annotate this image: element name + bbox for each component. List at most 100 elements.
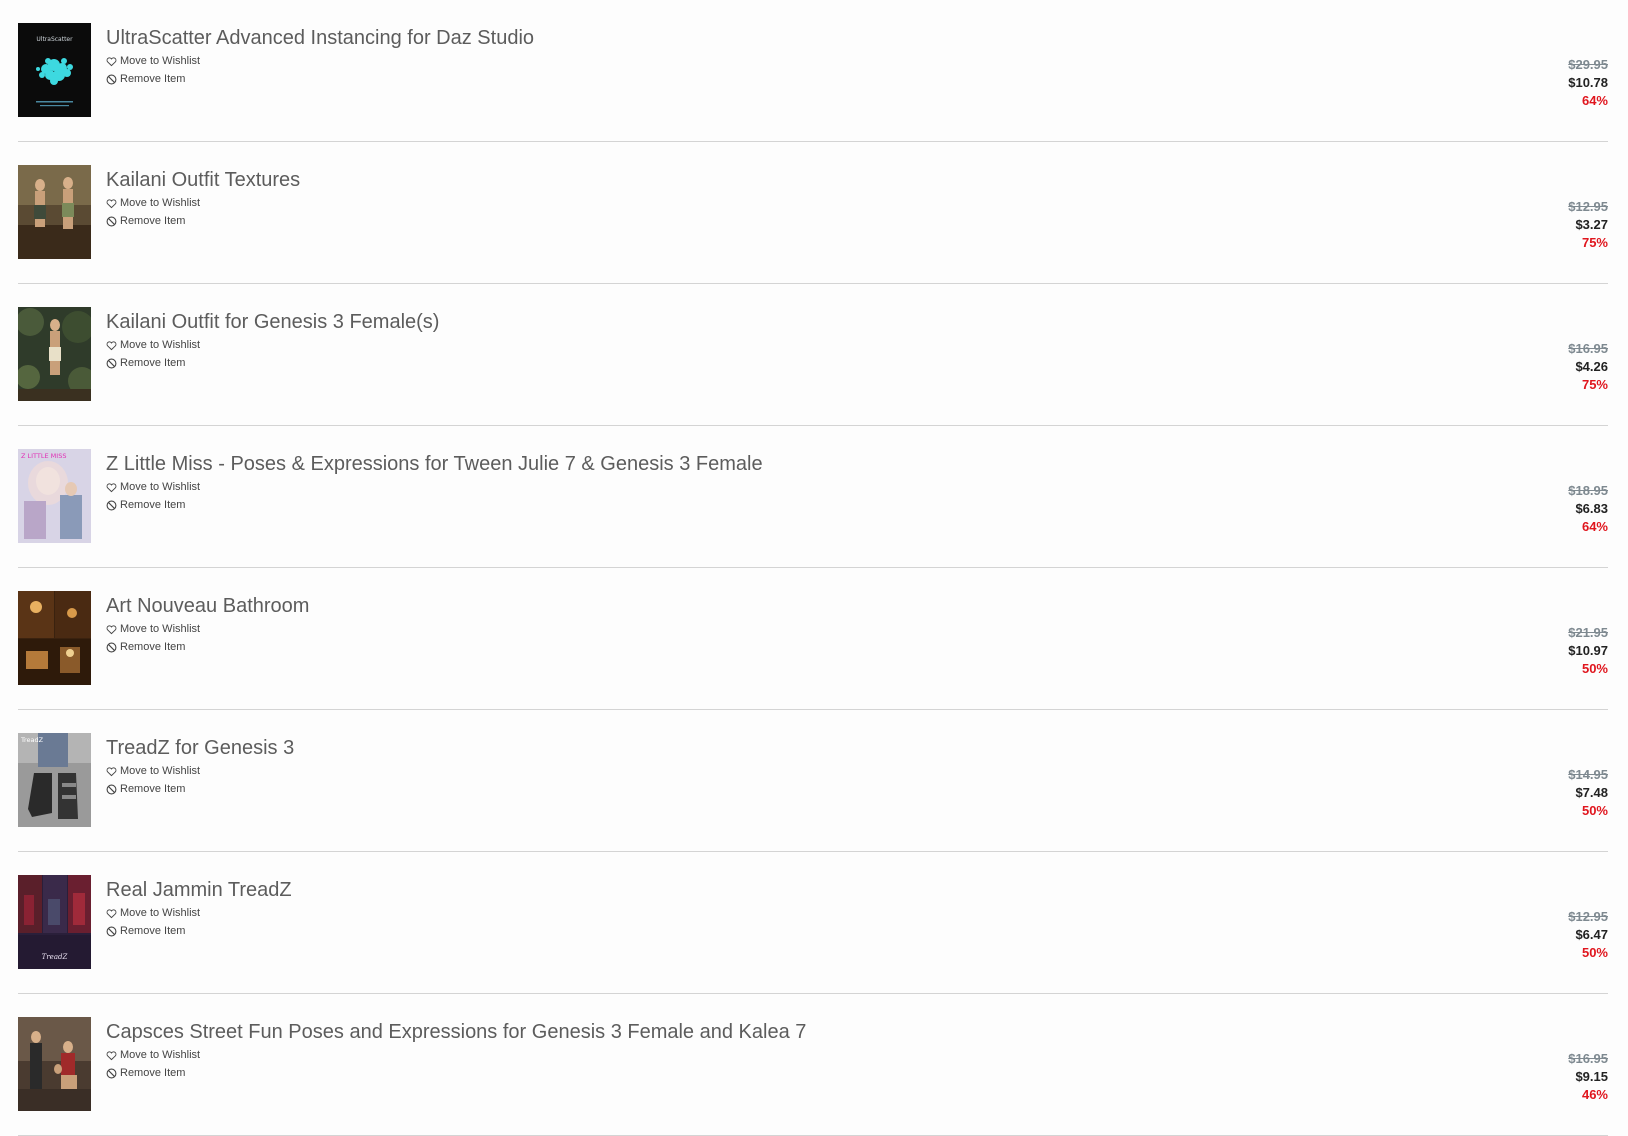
product-thumbnail[interactable]: Z LITTLE MISS bbox=[18, 449, 91, 543]
item-info: Real Jammin TreadZ Move to Wishlist Remo… bbox=[106, 876, 1408, 940]
move-to-wishlist-label: Move to Wishlist bbox=[120, 481, 201, 493]
price-block: $14.95 $7.48 50% bbox=[1568, 766, 1608, 820]
sale-price: $7.48 bbox=[1575, 785, 1608, 800]
heart-icon bbox=[106, 908, 117, 919]
product-title-link[interactable]: Kailani Outfit Textures bbox=[106, 166, 1408, 194]
product-title-link[interactable]: Kailani Outfit for Genesis 3 Female(s) bbox=[106, 308, 1408, 336]
move-to-wishlist-label: Move to Wishlist bbox=[120, 907, 201, 919]
move-to-wishlist-link[interactable]: Move to Wishlist bbox=[106, 53, 1408, 70]
move-to-wishlist-label: Move to Wishlist bbox=[120, 765, 201, 777]
move-to-wishlist-label: Move to Wishlist bbox=[120, 55, 201, 67]
original-price: $16.95 bbox=[1568, 1051, 1608, 1066]
sale-price: $3.27 bbox=[1575, 217, 1608, 232]
move-to-wishlist-label: Move to Wishlist bbox=[120, 339, 201, 351]
product-title-link[interactable]: Capsces Street Fun Poses and Expressions… bbox=[106, 1018, 1408, 1046]
product-title-link[interactable]: Art Nouveau Bathroom bbox=[106, 592, 1408, 620]
cart-item: Z LITTLE MISS Z Little Miss - Poses & Ex… bbox=[18, 426, 1608, 568]
discount-percent: 64% bbox=[1581, 93, 1608, 108]
move-to-wishlist-link[interactable]: Move to Wishlist bbox=[106, 337, 1408, 354]
heart-icon bbox=[106, 482, 117, 493]
heart-icon bbox=[106, 1050, 117, 1061]
sale-price: $6.83 bbox=[1575, 501, 1608, 516]
product-title-link[interactable]: TreadZ for Genesis 3 bbox=[106, 734, 1408, 762]
price-block: $12.95 $3.27 75% bbox=[1568, 198, 1608, 252]
thumb-brand-text: TreadZ bbox=[42, 953, 68, 961]
price-block: $18.95 $6.83 64% bbox=[1568, 482, 1608, 536]
move-to-wishlist-link[interactable]: Move to Wishlist bbox=[106, 479, 1408, 496]
sale-price: $10.78 bbox=[1568, 75, 1608, 90]
cart-item: TreadZ TreadZ for Genesis 3 Move to Wish… bbox=[18, 710, 1608, 852]
sale-price: $6.47 bbox=[1575, 927, 1608, 942]
ban-icon bbox=[106, 74, 117, 85]
remove-item-label: Remove Item bbox=[120, 925, 186, 937]
original-price: $14.95 bbox=[1568, 767, 1608, 782]
thumb-brand-text: TreadZ bbox=[20, 736, 44, 744]
remove-item-link[interactable]: Remove Item bbox=[106, 71, 1408, 88]
product-title-link[interactable]: Z Little Miss - Poses & Expressions for … bbox=[106, 450, 1408, 478]
ban-icon bbox=[106, 1068, 117, 1079]
item-info: Kailani Outfit Textures Move to Wishlist… bbox=[106, 166, 1408, 230]
move-to-wishlist-label: Move to Wishlist bbox=[120, 1049, 201, 1061]
remove-item-link[interactable]: Remove Item bbox=[106, 213, 1408, 230]
sale-price: $9.15 bbox=[1575, 1069, 1608, 1084]
discount-percent: 50% bbox=[1581, 803, 1608, 818]
product-title-link[interactable]: UltraScatter Advanced Instancing for Daz… bbox=[106, 24, 1408, 52]
remove-item-link[interactable]: Remove Item bbox=[106, 781, 1408, 798]
original-price: $16.95 bbox=[1568, 341, 1608, 356]
sale-price: $10.97 bbox=[1568, 643, 1608, 658]
move-to-wishlist-label: Move to Wishlist bbox=[120, 623, 201, 635]
remove-item-label: Remove Item bbox=[120, 1067, 186, 1079]
item-info: TreadZ for Genesis 3 Move to Wishlist Re… bbox=[106, 734, 1408, 798]
thumb-title-text: Z LITTLE MISS bbox=[21, 452, 66, 460]
heart-icon bbox=[106, 56, 117, 67]
remove-item-label: Remove Item bbox=[120, 499, 186, 511]
remove-item-link[interactable]: Remove Item bbox=[106, 923, 1408, 940]
product-thumbnail[interactable] bbox=[18, 1017, 91, 1111]
remove-item-label: Remove Item bbox=[120, 357, 186, 369]
cart-item: Art Nouveau Bathroom Move to Wishlist Re… bbox=[18, 568, 1608, 710]
item-info: UltraScatter Advanced Instancing for Daz… bbox=[106, 24, 1408, 88]
product-title-link[interactable]: Real Jammin TreadZ bbox=[106, 876, 1408, 904]
product-thumbnail[interactable]: TreadZ bbox=[18, 733, 91, 827]
item-info: Art Nouveau Bathroom Move to Wishlist Re… bbox=[106, 592, 1408, 656]
heart-icon bbox=[106, 624, 117, 635]
remove-item-link[interactable]: Remove Item bbox=[106, 639, 1408, 656]
cart-item: Kailani Outfit for Genesis 3 Female(s) M… bbox=[18, 284, 1608, 426]
original-price: $12.95 bbox=[1568, 909, 1608, 924]
ban-icon bbox=[106, 642, 117, 653]
remove-item-link[interactable]: Remove Item bbox=[106, 355, 1408, 372]
cart-item: Capsces Street Fun Poses and Expressions… bbox=[18, 994, 1608, 1136]
ban-icon bbox=[106, 926, 117, 937]
move-to-wishlist-link[interactable]: Move to Wishlist bbox=[106, 763, 1408, 780]
price-block: $12.95 $6.47 50% bbox=[1568, 908, 1608, 962]
move-to-wishlist-link[interactable]: Move to Wishlist bbox=[106, 195, 1408, 212]
move-to-wishlist-link[interactable]: Move to Wishlist bbox=[106, 621, 1408, 638]
move-to-wishlist-link[interactable]: Move to Wishlist bbox=[106, 1047, 1408, 1064]
price-block: $16.95 $4.26 75% bbox=[1568, 340, 1608, 394]
discount-percent: 50% bbox=[1581, 945, 1608, 960]
discount-percent: 64% bbox=[1581, 519, 1608, 534]
product-thumbnail[interactable] bbox=[18, 591, 91, 685]
product-thumbnail[interactable] bbox=[18, 165, 91, 259]
original-price: $29.95 bbox=[1568, 57, 1608, 72]
ban-icon bbox=[106, 358, 117, 369]
cart-item-list: UltraScatter UltraScatter Advanced Insta… bbox=[18, 0, 1608, 1136]
price-block: $16.95 $9.15 46% bbox=[1568, 1050, 1608, 1104]
original-price: $12.95 bbox=[1568, 199, 1608, 214]
remove-item-label: Remove Item bbox=[120, 641, 186, 653]
cart-item: UltraScatter UltraScatter Advanced Insta… bbox=[18, 0, 1608, 142]
remove-item-link[interactable]: Remove Item bbox=[106, 497, 1408, 514]
discount-percent: 50% bbox=[1581, 661, 1608, 676]
remove-item-link[interactable]: Remove Item bbox=[106, 1065, 1408, 1082]
move-to-wishlist-link[interactable]: Move to Wishlist bbox=[106, 905, 1408, 922]
discount-percent: 75% bbox=[1581, 377, 1608, 392]
remove-item-label: Remove Item bbox=[120, 73, 186, 85]
cart-item: TreadZ Real Jammin TreadZ Move to Wishli… bbox=[18, 852, 1608, 994]
original-price: $18.95 bbox=[1568, 483, 1608, 498]
product-thumbnail[interactable]: TreadZ bbox=[18, 875, 91, 969]
product-thumbnail[interactable]: UltraScatter bbox=[18, 23, 91, 117]
item-info: Capsces Street Fun Poses and Expressions… bbox=[106, 1018, 1408, 1082]
product-thumbnail[interactable] bbox=[18, 307, 91, 401]
thumb-brand-text: UltraScatter bbox=[36, 36, 73, 43]
discount-percent: 46% bbox=[1581, 1087, 1608, 1102]
